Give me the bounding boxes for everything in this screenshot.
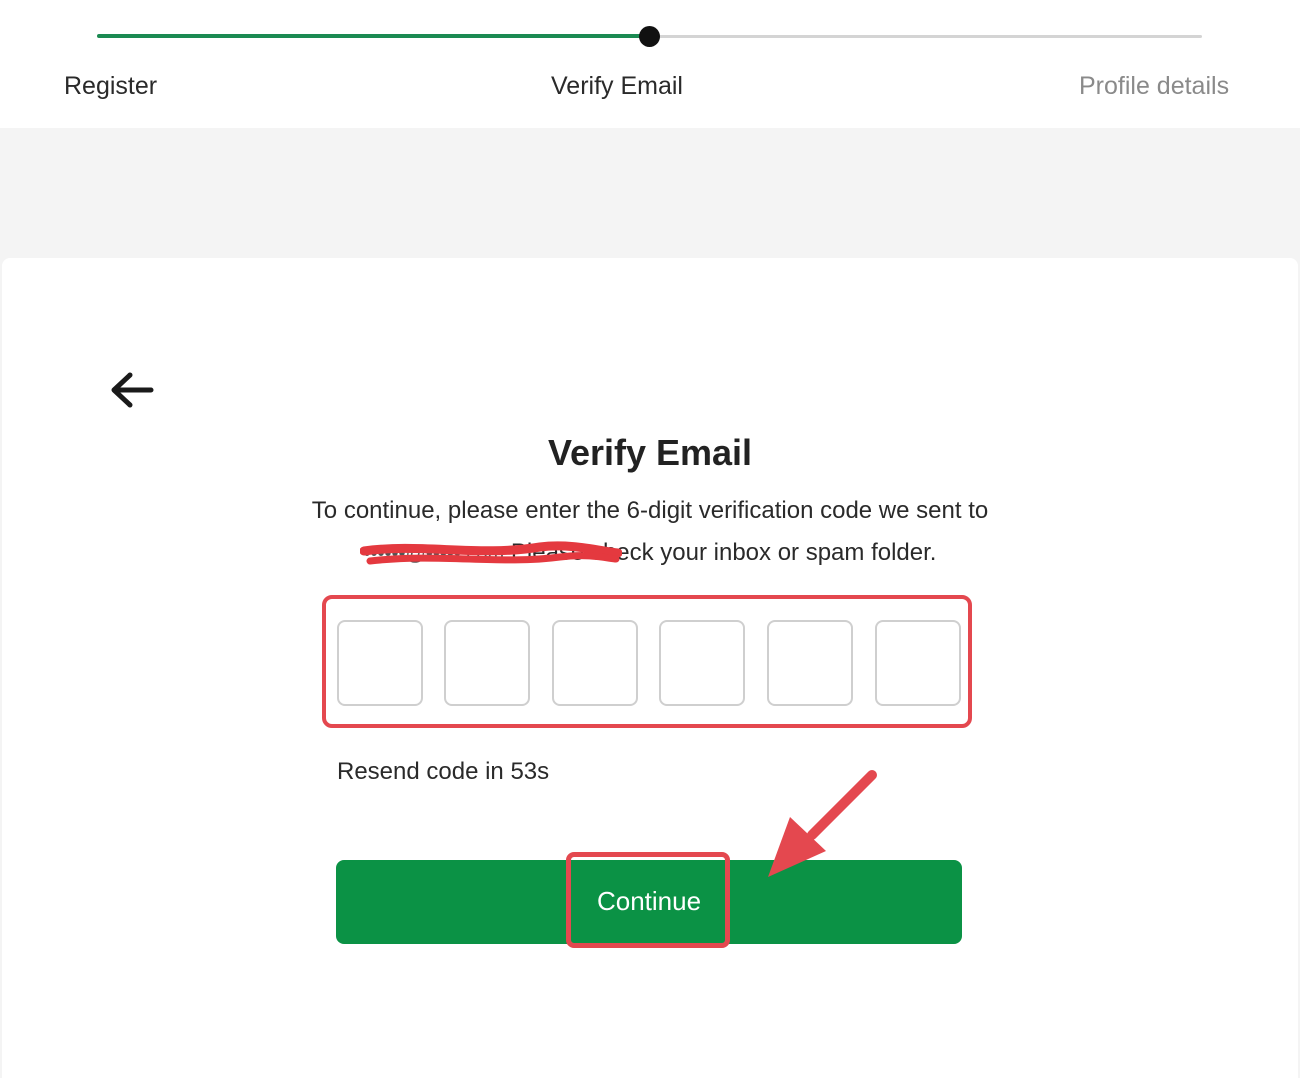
- resend-countdown: Resend code in 53s: [337, 758, 550, 785]
- code-digit-6[interactable]: [875, 620, 961, 706]
- code-digit-1[interactable]: [337, 620, 423, 706]
- step-verify-email: Verify Email: [551, 72, 683, 100]
- progress-stepper: Register Verify Email Profile details: [0, 0, 1300, 128]
- code-digit-3[interactable]: [552, 620, 638, 706]
- verification-instructions: To continue, please enter the 6-digit ve…: [280, 490, 1020, 575]
- arrow-left-icon: [111, 372, 154, 408]
- current-step-dot: [639, 26, 660, 47]
- step-register: Register: [64, 72, 158, 100]
- continue-button-label: Continue: [596, 886, 702, 916]
- code-digit-2[interactable]: [444, 620, 530, 706]
- progress-track-remaining: [650, 35, 1202, 38]
- back-button[interactable]: [104, 366, 160, 414]
- page-title: Verify Email: [547, 432, 753, 473]
- instructions-line-1: To continue, please enter the 6-digit ve…: [311, 497, 989, 524]
- redacted-email: ••••••@•••••.com: [359, 533, 622, 575]
- progress-track-complete: [97, 34, 650, 38]
- code-digit-4[interactable]: [659, 620, 745, 706]
- step-profile-details: Profile details: [1079, 72, 1230, 100]
- annotation-arrow-icon: [768, 770, 877, 877]
- redaction-scribble: [359, 541, 622, 565]
- code-digit-5[interactable]: [767, 620, 853, 706]
